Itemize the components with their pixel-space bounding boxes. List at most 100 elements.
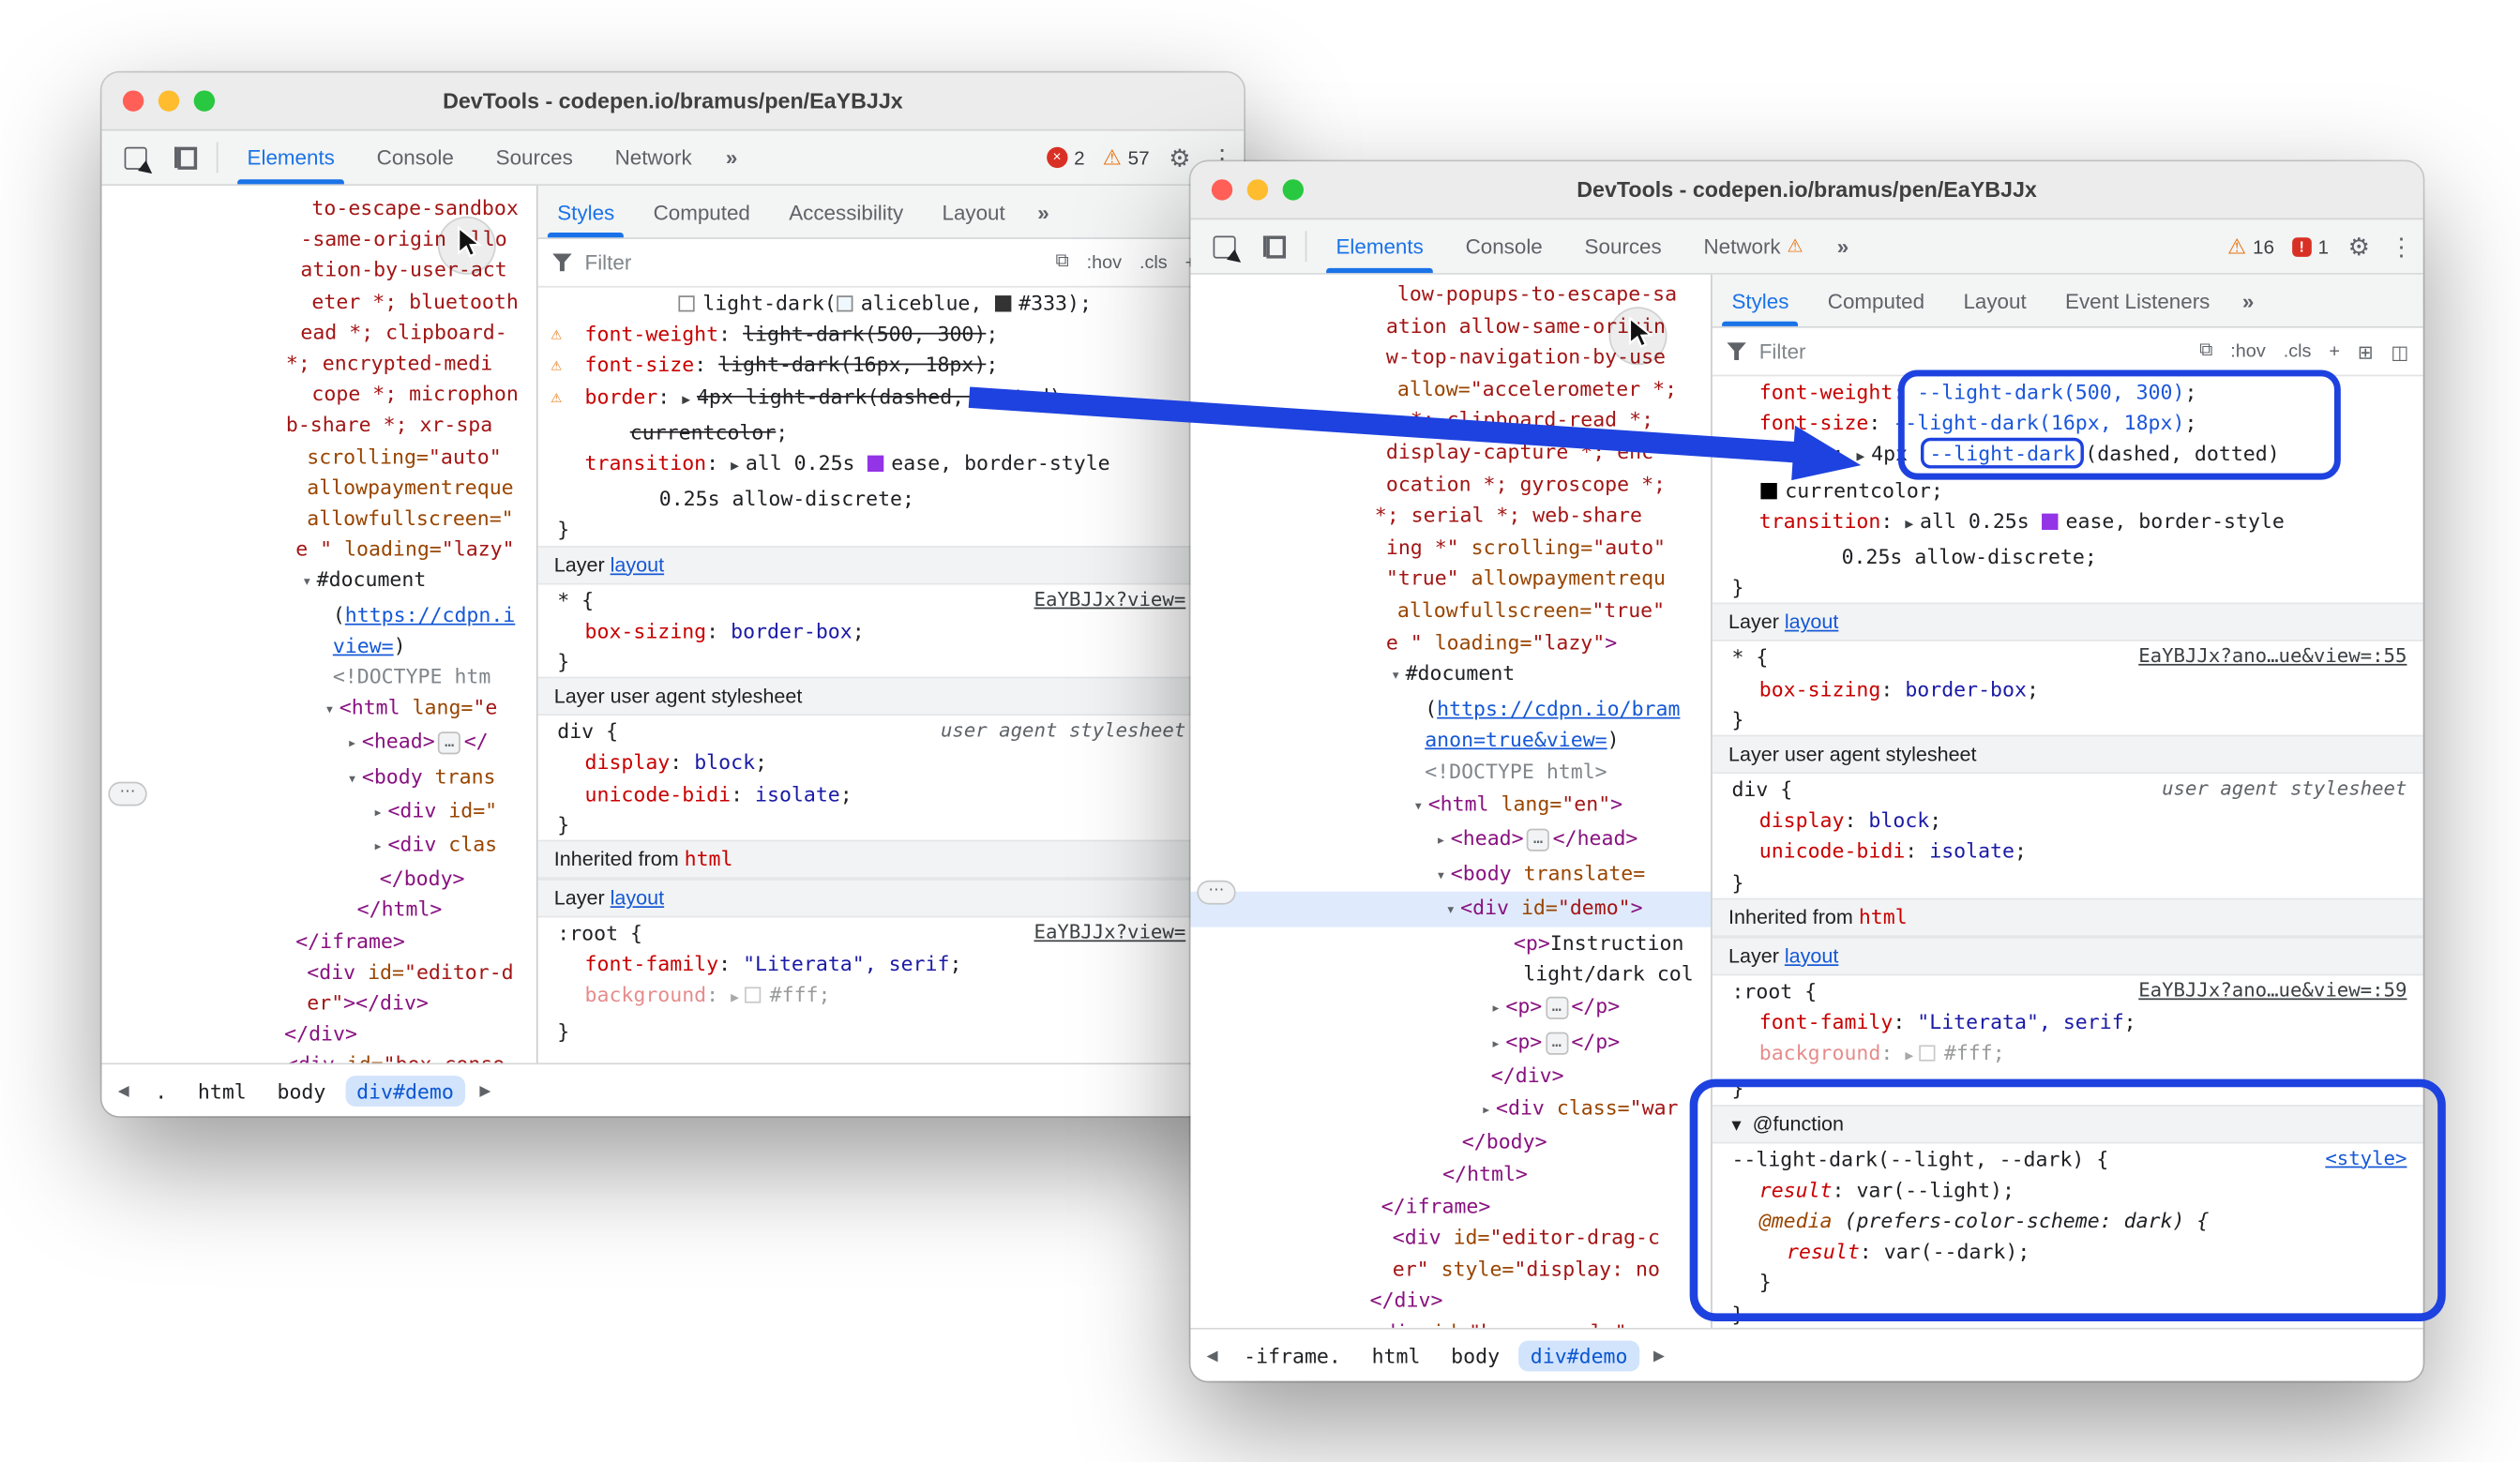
dom-tree-node[interactable]: e " loading="lazy"	[102, 534, 536, 565]
dom-tree-node[interactable]: ▾#document	[102, 565, 536, 599]
dom-tree-node[interactable]: ▾<body trans	[102, 761, 536, 795]
dom-tree-node[interactable]: </iframe>	[1190, 1190, 1711, 1222]
style-declaration-line[interactable]: box-sizing: border-box;	[1713, 673, 2423, 704]
settings-gear-icon[interactable]: ⚙	[2348, 232, 2370, 261]
css-function-link[interactable]: --light-dark(500, 300)	[1917, 380, 2184, 404]
layers-icon[interactable]: ⧉	[2199, 340, 2212, 361]
panel-tab-network[interactable]: Network	[594, 131, 713, 185]
color-swatch[interactable]	[678, 295, 694, 311]
settings-gear-icon[interactable]: ⚙	[1169, 143, 1190, 172]
resource-link[interactable]: https://cdpn.i	[345, 602, 515, 626]
window-titlebar[interactable]: DevTools - codepen.io/bramus/pen/EaYBJJx	[1190, 161, 2422, 219]
expand-triangle-icon[interactable]: ▶	[1905, 517, 1920, 533]
dom-tree-node[interactable]: to-escape-sandbox	[102, 192, 536, 223]
expand-triangle-icon[interactable]: ▶	[1905, 1048, 1920, 1064]
dom-tree-node[interactable]: er"></div>	[102, 987, 536, 1018]
dom-tree-node[interactable]: low-popups-to-escape-sa	[1190, 278, 1711, 309]
expand-ellipsis-button[interactable]: …	[1546, 1032, 1568, 1054]
style-declaration-line[interactable]: @media (prefers-color-scheme: dark) {	[1713, 1205, 2423, 1236]
panel-tab-sources[interactable]: Sources	[1563, 219, 1683, 273]
dom-tree-node[interactable]: *; serial *; web-share	[1190, 500, 1711, 532]
style-declaration-line[interactable]: unicode-bidi: isolate;	[538, 778, 1245, 809]
dom-tree-node[interactable]: ation allow-same-origin	[1190, 309, 1711, 341]
sidebar-tab-accessibility[interactable]: Accessibility	[770, 186, 923, 237]
style-declaration-line[interactable]: }	[538, 1016, 1245, 1047]
breadcrumb-item[interactable]: -iframe.	[1232, 1340, 1352, 1371]
style-declaration-line[interactable]: unicode-bidi: isolate;	[1713, 836, 2423, 867]
dom-tree-node[interactable]: -same-origin allo	[102, 223, 536, 254]
breadcrumb-item[interactable]: html	[187, 1075, 258, 1106]
stylesheet-source-link[interactable]: EaYBJJx?view=	[1034, 917, 1185, 948]
css-function-link[interactable]: --light-dark(16px, 18px)	[1893, 411, 2184, 435]
dom-tree-node[interactable]: view=)	[102, 629, 536, 660]
css-function-link-highlighted[interactable]: --light-dark	[1922, 438, 2084, 469]
zoom-button[interactable]	[1283, 179, 1304, 200]
breadcrumb-scroll-left[interactable]: ◀	[1200, 1347, 1225, 1364]
device-toolbar-button[interactable]	[160, 131, 209, 185]
style-declaration-line[interactable]: :root {EaYBJJx?ano…ue&view=:59	[1713, 975, 2423, 1006]
dom-tree-node[interactable]: ▸<div id="box-conso	[102, 1049, 536, 1063]
style-tag-link[interactable]: <style>	[2325, 1143, 2407, 1174]
window-titlebar[interactable]: DevTools - codepen.io/bramus/pen/EaYBJJx	[102, 73, 1245, 131]
dom-tree-node[interactable]: ▾#document	[1190, 657, 1711, 692]
expand-triangle-icon[interactable]: ▶	[731, 459, 746, 475]
more-options-icon[interactable]: ⋮	[2389, 232, 2413, 261]
pseudo-state-button[interactable]: :hov	[1087, 253, 1122, 273]
close-button[interactable]	[123, 90, 143, 111]
style-declaration-line[interactable]: }	[538, 646, 1245, 677]
style-declaration-line[interactable]: font-weight: --light-dark(500, 300);	[1713, 376, 2423, 407]
dom-tree-node[interactable]: allowfullscreen="true"	[1190, 595, 1711, 626]
dom-tree-node[interactable]: </body>	[102, 863, 536, 894]
style-declaration-line[interactable]: div {user agent stylesheet	[1713, 774, 2423, 805]
more-panels-button[interactable]: »	[1824, 219, 1862, 273]
breadcrumb-item[interactable]: html	[1361, 1340, 1432, 1371]
color-swatch[interactable]	[867, 456, 883, 472]
resource-link[interactable]: view=	[333, 633, 394, 657]
breadcrumb-item[interactable]: body	[1440, 1340, 1511, 1371]
dom-tree-node[interactable]: ▸<div id="box-console" c	[1190, 1317, 1711, 1328]
color-swatch[interactable]	[1920, 1046, 1936, 1062]
warning-badge[interactable]: ⚠57	[1103, 146, 1150, 169]
style-declaration-line[interactable]: light-dark(aliceblue, #333);	[538, 288, 1245, 319]
dom-tree-node[interactable]: (https://cdpn.i	[102, 598, 536, 629]
dom-tree-node[interactable]: </div>	[1190, 1285, 1711, 1317]
class-toggle-button[interactable]: .cls	[1139, 253, 1168, 273]
layer-link[interactable]: layout	[1785, 611, 1838, 634]
style-declaration-line[interactable]: ⚠font-size: light-dark(16px, 18px);	[538, 350, 1245, 381]
style-declaration-line[interactable]: 0.25s allow-discrete;	[538, 483, 1245, 514]
dom-tree-node[interactable]: (https://cdpn.io/bram	[1190, 692, 1711, 724]
panel-tab-console[interactable]: Console	[355, 131, 475, 185]
panel-tab-network[interactable]: Network⚠	[1683, 219, 1824, 273]
inspect-element-button[interactable]	[112, 131, 160, 185]
dom-tree-node[interactable]: ing *" scrolling="auto"	[1190, 531, 1711, 563]
style-declaration-line[interactable]: * {EaYBJJx?view=	[538, 584, 1245, 615]
dom-tree-node[interactable]: <div id="editor-d	[102, 956, 536, 987]
style-declaration-line[interactable]: --light-dark(--light, --dark) {<style>	[1713, 1143, 2423, 1174]
overflow-ellipsis-button[interactable]: ⋯	[108, 782, 146, 806]
style-declaration-line[interactable]: }	[1713, 1073, 2423, 1104]
sidebar-tab-computed[interactable]: Computed	[1808, 275, 1944, 326]
dom-tree-node[interactable]: </body>	[1190, 1126, 1711, 1158]
stylesheet-source-link[interactable]: EaYBJJx?ano…ue&view=:55	[2138, 642, 2407, 673]
more-panels-button[interactable]: »	[713, 131, 750, 185]
dom-tree-node[interactable]: allow="accelerometer *;	[1190, 373, 1711, 405]
style-declaration-line[interactable]: }	[1713, 1298, 2423, 1328]
dom-tree-node[interactable]: anon=true&view=)	[1190, 724, 1711, 756]
layer-link[interactable]: layout	[1785, 944, 1838, 967]
dom-tree-node[interactable]: ▸<div class="war	[1190, 1092, 1711, 1126]
zoom-button[interactable]	[194, 90, 215, 111]
dom-tree-node[interactable]: ▸<head>…</head>	[1190, 822, 1711, 857]
expand-triangle-icon[interactable]: ▶	[682, 392, 697, 408]
expand-ellipsis-button[interactable]: …	[1546, 997, 1568, 1019]
stylesheet-source-link[interactable]: EaYBJJx?view=	[1034, 584, 1185, 615]
pseudo-state-button[interactable]: :hov	[2230, 341, 2265, 361]
breadcrumb-item[interactable]: .	[143, 1075, 178, 1106]
dom-tree-node[interactable]: e " loading="lazy">	[1190, 625, 1711, 657]
breadcrumb-item[interactable]: div#demo	[1519, 1340, 1639, 1371]
sidebar-tab-event-listeners[interactable]: Event Listeners	[2045, 275, 2229, 326]
style-declaration-line[interactable]: font-family: "Literata", serif;	[538, 949, 1245, 980]
dom-tree-node[interactable]: ▾<div id="demo">	[1190, 892, 1711, 927]
warning-badge[interactable]: ⚠16	[2227, 235, 2274, 258]
dom-tree-node[interactable]: </iframe>	[102, 925, 536, 956]
panel-tab-sources[interactable]: Sources	[475, 131, 594, 185]
